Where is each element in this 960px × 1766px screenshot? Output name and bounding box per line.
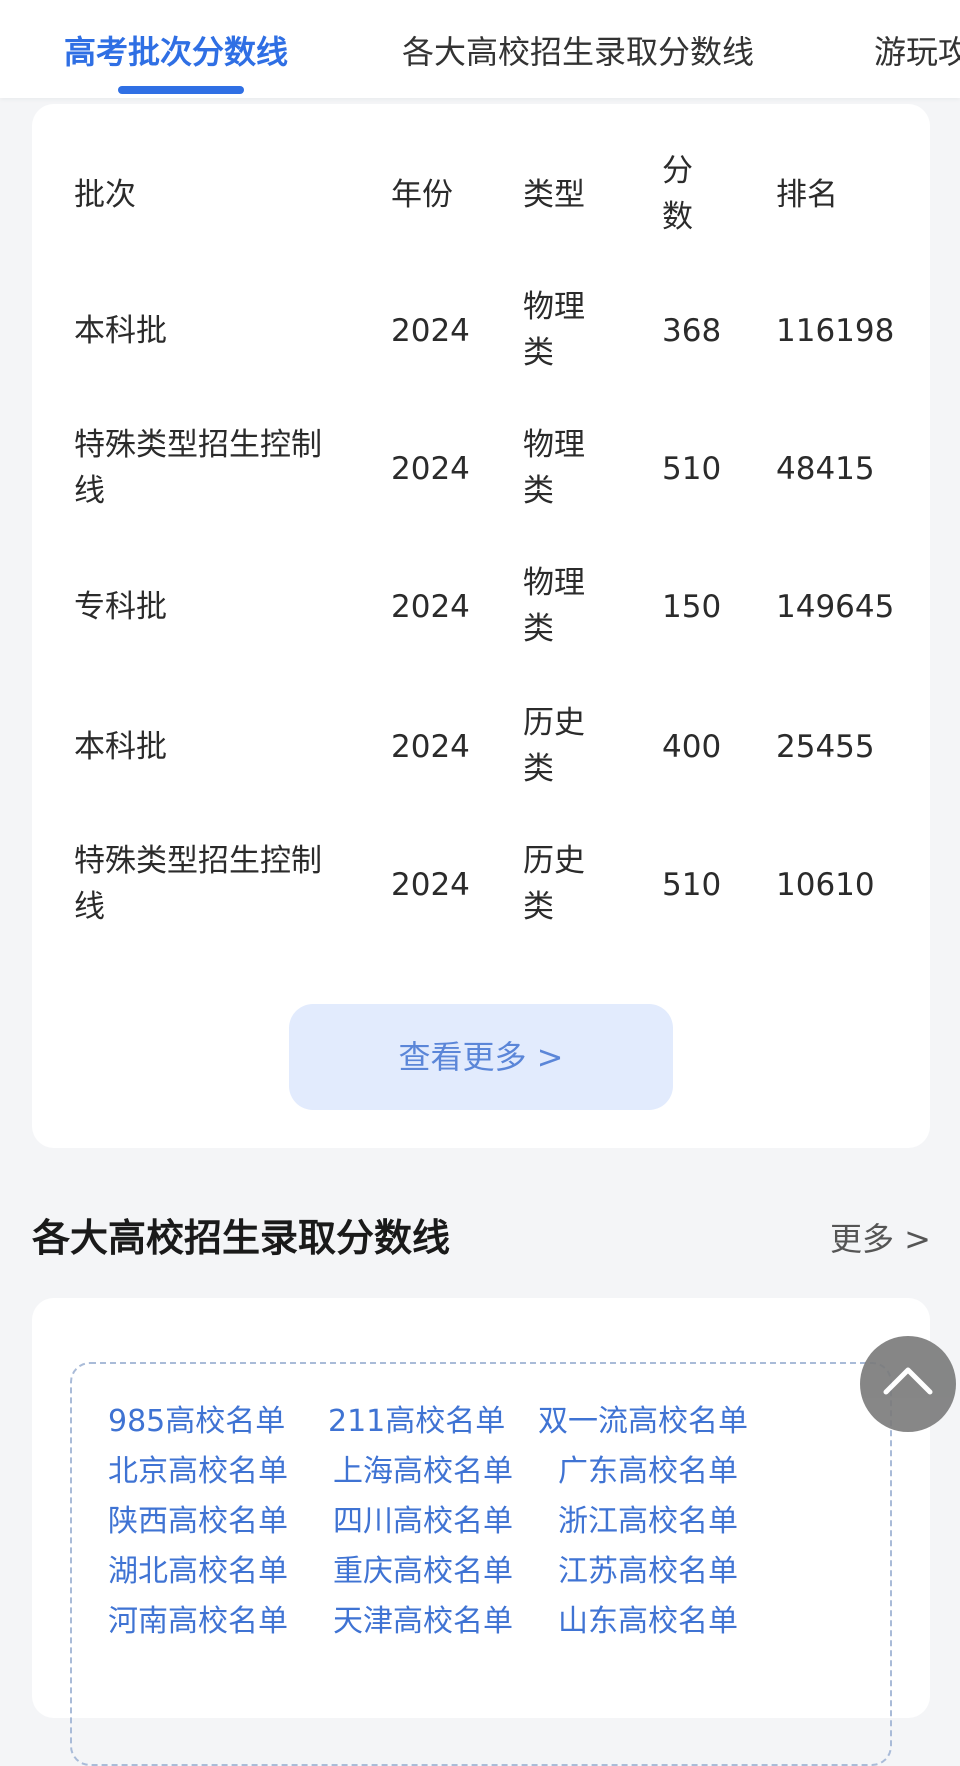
school-link[interactable]: 陕西高校名单 [108, 1500, 288, 1544]
school-link[interactable]: 江苏高校名单 [558, 1550, 738, 1594]
school-link[interactable]: 河南高校名单 [108, 1600, 288, 1644]
school-link[interactable]: 山东高校名单 [558, 1600, 738, 1644]
row-year: 2024 [391, 313, 470, 349]
school-link[interactable]: 双一流高校名单 [538, 1400, 748, 1444]
row-batch: 特殊类型招生控制线 [74, 843, 322, 925]
row-batch: 特殊类型招生控制线 [74, 427, 322, 509]
header-type: 类型 [523, 177, 585, 213]
school-link[interactable]: 广东高校名单 [558, 1450, 738, 1494]
tab-bar: 高考批次分数线 各大高校招生录取分数线 游玩攻 [0, 0, 960, 98]
scroll-top-button[interactable] [860, 1336, 956, 1432]
tab-university-score-lines[interactable]: 各大高校招生录取分数线 [402, 30, 754, 74]
row-year: 2024 [391, 729, 470, 765]
school-link[interactable]: 浙江高校名单 [558, 1500, 738, 1544]
section-more-link[interactable]: 更多 > [830, 1216, 931, 1262]
row-type: 历史类 [523, 843, 585, 925]
row-rank: 149645 [776, 589, 895, 625]
school-link[interactable]: 重庆高校名单 [333, 1550, 513, 1594]
header-score: 分数 [662, 153, 693, 235]
row-year: 2024 [391, 451, 470, 487]
tab-batch-score-lines[interactable]: 高考批次分数线 [64, 30, 288, 74]
view-more-button[interactable]: 查看更多 > [289, 1004, 673, 1110]
row-rank: 25455 [776, 729, 875, 765]
school-link[interactable]: 211高校名单 [328, 1400, 505, 1444]
school-link[interactable]: 四川高校名单 [333, 1500, 513, 1544]
row-batch: 专科批 [74, 589, 167, 625]
row-score: 510 [662, 867, 722, 903]
row-batch: 本科批 [74, 729, 167, 765]
row-rank: 48415 [776, 451, 875, 487]
row-type: 物理类 [523, 289, 585, 371]
row-type: 历史类 [523, 705, 585, 787]
school-link[interactable]: 湖北高校名单 [108, 1550, 288, 1594]
school-link[interactable]: 天津高校名单 [333, 1600, 513, 1644]
row-type: 物理类 [523, 565, 585, 647]
chevron-up-icon [883, 1367, 933, 1395]
row-score: 400 [662, 729, 722, 765]
row-batch: 本科批 [74, 313, 167, 349]
row-rank: 10610 [776, 867, 875, 903]
section-title: 各大高校招生录取分数线 [32, 1216, 451, 1260]
school-link[interactable]: 985高校名单 [108, 1400, 285, 1444]
row-type: 物理类 [523, 427, 585, 509]
school-list-card: 985高校名单 211高校名单 双一流高校名单 北京高校名单 上海高校名单 广东… [32, 1298, 930, 1766]
header-year: 年份 [391, 177, 453, 213]
row-rank: 116198 [776, 313, 895, 349]
row-score: 368 [662, 313, 722, 349]
active-tab-indicator [118, 86, 244, 94]
row-year: 2024 [391, 589, 470, 625]
school-link[interactable]: 上海高校名单 [333, 1450, 513, 1494]
header-rank: 排名 [776, 177, 838, 213]
row-score: 150 [662, 589, 722, 625]
batch-score-card: 批次 年份 类型 分数 排名 本科批 2024 物理类 368 116198 特… [32, 104, 930, 1148]
row-year: 2024 [391, 867, 470, 903]
school-link-box: 985高校名单 211高校名单 双一流高校名单 北京高校名单 上海高校名单 广东… [70, 1362, 892, 1766]
school-link[interactable]: 北京高校名单 [108, 1450, 288, 1494]
tab-travel-guide[interactable]: 游玩攻 [874, 30, 960, 74]
header-batch: 批次 [74, 177, 136, 213]
row-score: 510 [662, 451, 722, 487]
